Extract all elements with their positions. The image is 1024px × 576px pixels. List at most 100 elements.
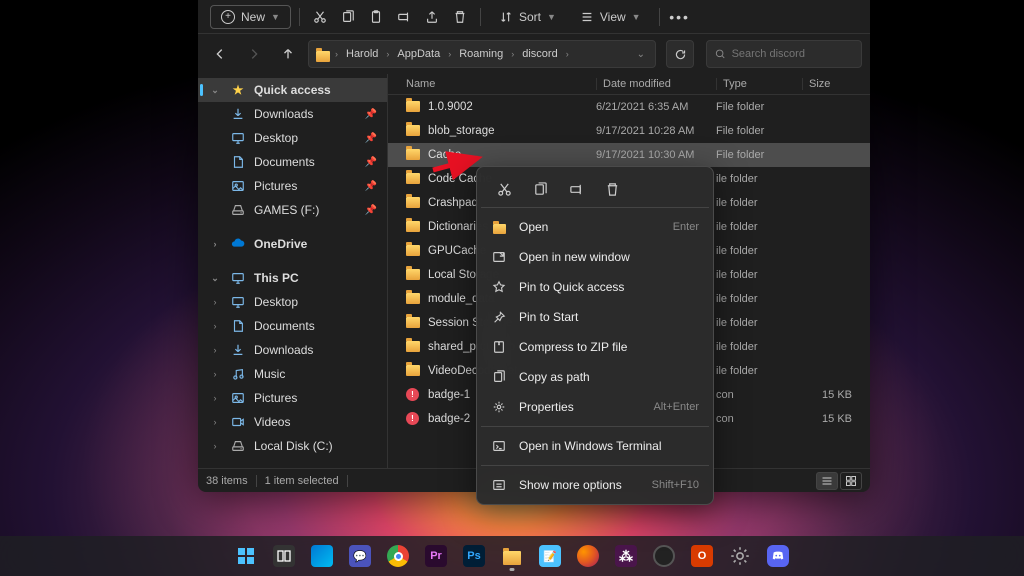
pictures-icon: [230, 178, 246, 194]
new-button[interactable]: + New ▼: [210, 5, 291, 29]
context-copy-path[interactable]: Copy as path: [481, 362, 709, 392]
column-date[interactable]: Date modified: [596, 78, 716, 90]
sidebar-item-label: Downloads: [254, 107, 313, 121]
photoshop-icon[interactable]: Ps: [457, 539, 491, 573]
plus-icon: +: [221, 10, 235, 24]
file-row[interactable]: Cache9/17/2021 10:30 AMFile folder: [388, 143, 870, 167]
file-row[interactable]: 1.0.90026/21/2021 6:35 AMFile folder: [388, 95, 870, 119]
context-open[interactable]: OpenEnter: [481, 212, 709, 242]
chevron-down-icon: ⌄: [208, 85, 222, 96]
chevron-right-icon: ›: [208, 321, 222, 331]
view-button[interactable]: View ▼: [570, 6, 651, 28]
new-button-label: New: [241, 10, 265, 24]
paste-icon[interactable]: [364, 5, 388, 29]
context-open-terminal[interactable]: Open in Windows Terminal: [481, 431, 709, 461]
breadcrumb-segment[interactable]: AppData: [393, 46, 444, 62]
breadcrumb-segment[interactable]: Roaming: [455, 46, 507, 62]
column-name[interactable]: Name: [406, 78, 596, 90]
sidebar-quick-access[interactable]: ⌄ ★ Quick access: [198, 78, 387, 102]
rename-icon[interactable]: [559, 175, 593, 203]
file-explorer-icon[interactable]: [495, 539, 529, 573]
office-icon[interactable]: O: [685, 539, 719, 573]
sidebar-item-music[interactable]: ›Music: [198, 362, 387, 386]
folder-icon: [406, 315, 422, 331]
breadcrumb[interactable]: › Harold › AppData › Roaming › discord ›…: [308, 40, 656, 68]
chevron-down-icon: ▼: [632, 12, 641, 22]
start-button[interactable]: [229, 539, 263, 573]
teams-icon[interactable]: 💬: [343, 539, 377, 573]
file-row[interactable]: blob_storage9/17/2021 10:28 AMFile folde…: [388, 119, 870, 143]
sidebar-item-pictures[interactable]: ›Pictures: [198, 386, 387, 410]
chrome-icon[interactable]: [381, 539, 415, 573]
status-selected: 1 item selected: [265, 475, 339, 487]
file-type: ile folder: [716, 317, 802, 329]
chevron-down-icon[interactable]: ⌄: [633, 47, 649, 62]
share-icon[interactable]: [420, 5, 444, 29]
sidebar-item-documents[interactable]: ›Documents: [198, 314, 387, 338]
copy-icon[interactable]: [336, 5, 360, 29]
sidebar-item-local-disk-c-[interactable]: ›Local Disk (C:): [198, 434, 387, 458]
folder-icon: [406, 123, 422, 139]
settings-icon[interactable]: [723, 539, 757, 573]
forward-button[interactable]: [240, 40, 268, 68]
search-box[interactable]: [706, 40, 862, 68]
widgets-button[interactable]: [305, 539, 339, 573]
context-show-more[interactable]: Show more optionsShift+F10: [481, 470, 709, 500]
sidebar-item-videos[interactable]: ›Videos: [198, 410, 387, 434]
context-pin-quick-access[interactable]: Pin to Quick access: [481, 272, 709, 302]
sidebar-item-downloads[interactable]: Downloads📌: [198, 102, 387, 126]
sidebar-item-desktop[interactable]: ›Desktop: [198, 290, 387, 314]
search-input[interactable]: [732, 48, 853, 60]
documents-icon: [230, 154, 246, 170]
refresh-button[interactable]: [666, 40, 694, 68]
sidebar-item-label: Pictures: [254, 391, 297, 405]
file-size: 15 KB: [802, 413, 852, 425]
delete-icon[interactable]: [448, 5, 472, 29]
column-type[interactable]: Type: [716, 78, 802, 90]
file-type: ile folder: [716, 365, 802, 377]
context-pin-start[interactable]: Pin to Start: [481, 302, 709, 332]
new-window-icon: [491, 249, 507, 265]
breadcrumb-segment[interactable]: Harold: [342, 46, 382, 62]
cut-icon[interactable]: [308, 5, 332, 29]
breadcrumb-segment[interactable]: discord: [518, 46, 561, 62]
context-properties[interactable]: PropertiesAlt+Enter: [481, 392, 709, 422]
column-size[interactable]: Size: [802, 78, 852, 90]
sidebar-item-pictures[interactable]: Pictures📌: [198, 174, 387, 198]
rename-icon[interactable]: [392, 5, 416, 29]
folder-icon: [406, 99, 422, 115]
pin-icon: [491, 309, 507, 325]
context-open-new-window[interactable]: Open in new window: [481, 242, 709, 272]
cut-icon[interactable]: [487, 175, 521, 203]
sort-button[interactable]: Sort ▼: [489, 6, 566, 28]
task-view-button[interactable]: [267, 539, 301, 573]
sidebar-item-downloads[interactable]: ›Downloads: [198, 338, 387, 362]
sidebar-this-pc[interactable]: ⌄ This PC: [198, 266, 387, 290]
sidebar-item-games-f-[interactable]: GAMES (F:)📌: [198, 198, 387, 222]
folder-icon: [406, 339, 422, 355]
context-compress-zip[interactable]: Compress to ZIP file: [481, 332, 709, 362]
firefox-icon[interactable]: [571, 539, 605, 573]
back-button[interactable]: [206, 40, 234, 68]
sidebar-item-label: This PC: [254, 271, 299, 285]
sidebar-onedrive[interactable]: › OneDrive: [198, 232, 387, 256]
sidebar-item-documents[interactable]: Documents📌: [198, 150, 387, 174]
context-menu: OpenEnter Open in new window Pin to Quic…: [476, 166, 714, 505]
up-button[interactable]: [274, 40, 302, 68]
copy-path-icon: [491, 369, 507, 385]
obs-icon[interactable]: [647, 539, 681, 573]
navigation-pane: ⌄ ★ Quick access Downloads📌Desktop📌Docum…: [198, 74, 388, 468]
discord-icon[interactable]: [761, 539, 795, 573]
premiere-icon[interactable]: Pr: [419, 539, 453, 573]
sidebar-item-desktop[interactable]: Desktop📌: [198, 126, 387, 150]
notepad-icon[interactable]: 📝: [533, 539, 567, 573]
folder-icon: [406, 195, 422, 211]
thumbnails-view-button[interactable]: [840, 472, 862, 490]
copy-icon[interactable]: [523, 175, 557, 203]
delete-icon[interactable]: [595, 175, 629, 203]
slack-icon[interactable]: ⁂: [609, 539, 643, 573]
badge-icon: !: [406, 411, 422, 427]
more-icon[interactable]: •••: [668, 5, 692, 29]
details-view-button[interactable]: [816, 472, 838, 490]
pin-icon: 📌: [365, 181, 377, 192]
